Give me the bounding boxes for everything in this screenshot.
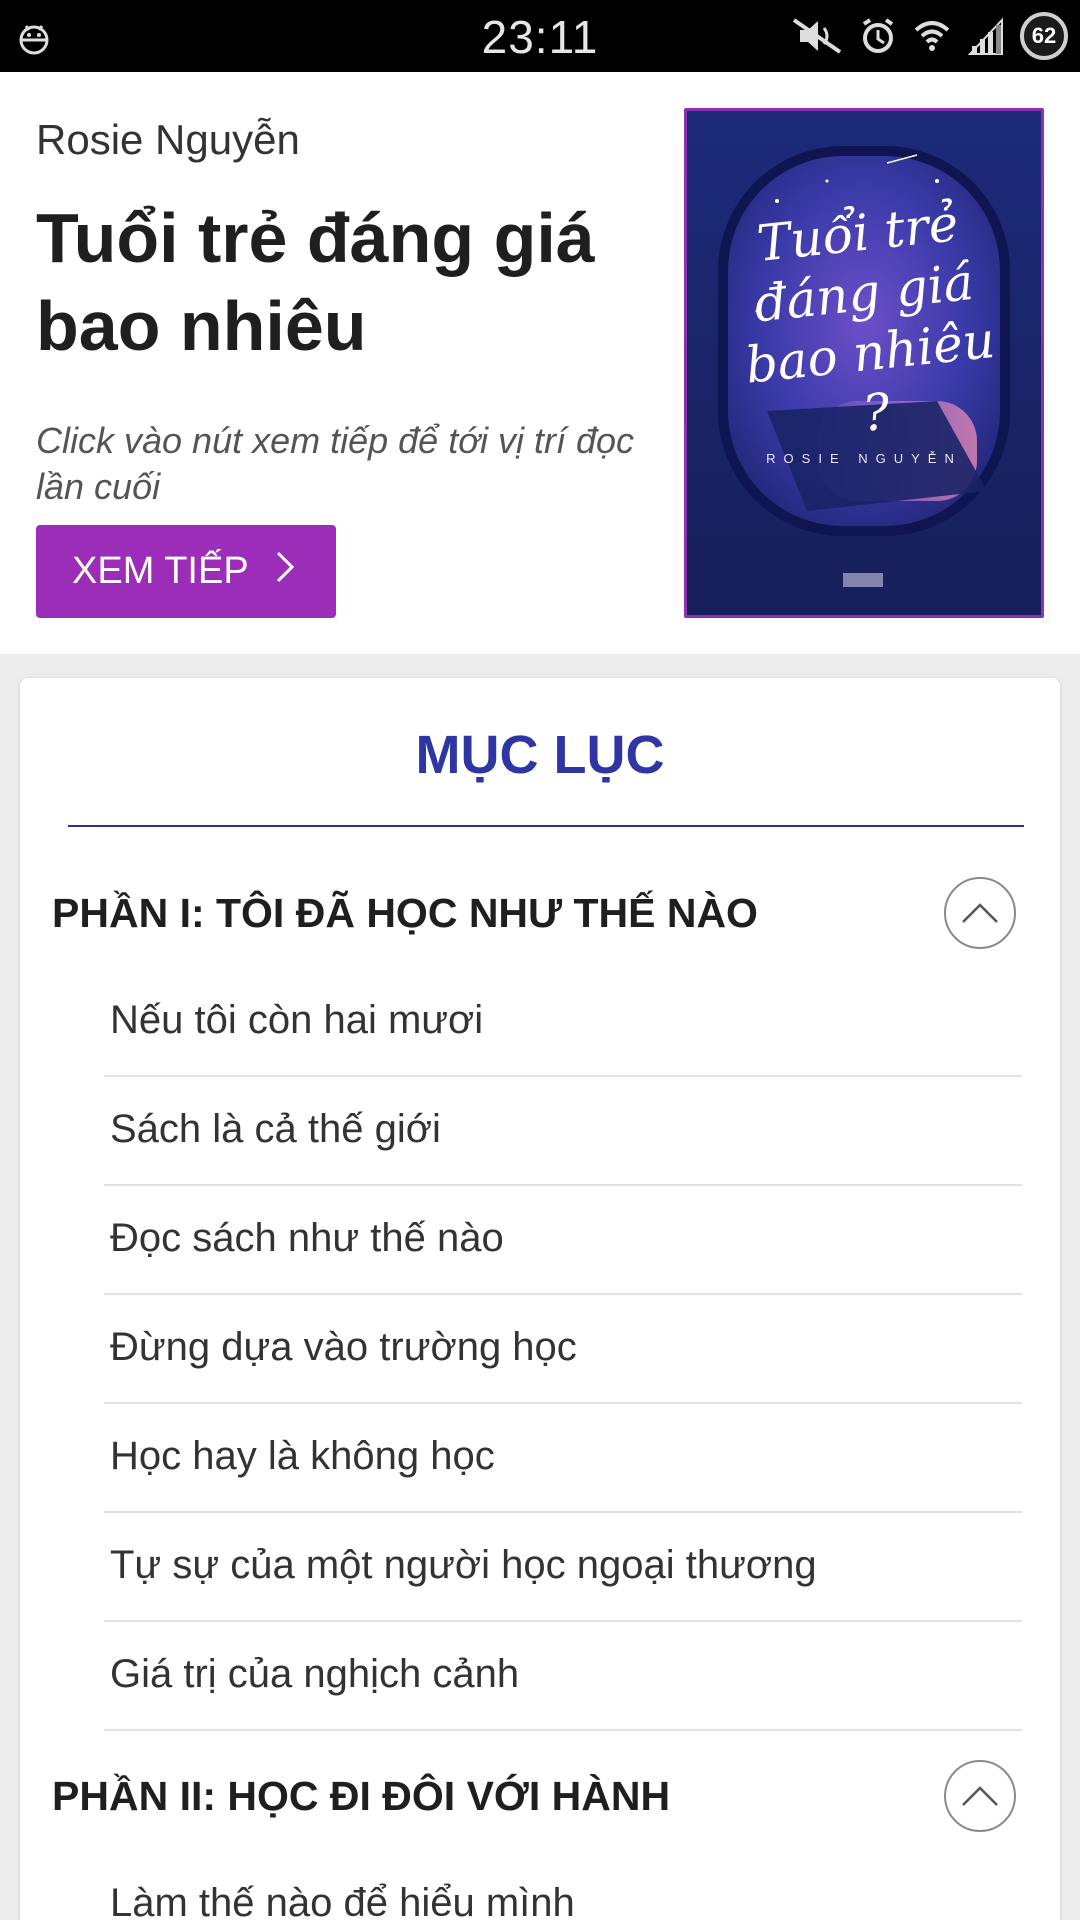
book-title: Tuổi trẻ đáng giá bao nhiêu [36, 199, 595, 365]
mute-icon [792, 18, 842, 54]
status-bar: 23:11 62 [0, 0, 1080, 72]
chapter-title: Đừng dựa vào trường học [110, 1325, 577, 1369]
toc-chapter[interactable]: Làm thế nào để hiểu mình [104, 1851, 1022, 1920]
toc-part[interactable]: PHẦN II: HỌC ĐI ĐÔI VỚI HÀNH [20, 1741, 1060, 1851]
continue-button-label: XEM TIẾP [72, 550, 249, 592]
part-title: PHẦN I: TÔI ĐÃ HỌC NHƯ THẾ NÀO [52, 889, 758, 936]
chapter-title: Đọc sách như thế nào [110, 1216, 504, 1260]
toc-heading: MỤC LỤC [415, 725, 665, 785]
book-cover[interactable]: Tuổi trẻ đáng giá bao nhiêu ? ROSIE NGUY… [684, 108, 1044, 618]
collapse-part-button[interactable] [944, 1760, 1016, 1832]
chapter-title: Tự sự của một người học ngoại thương [110, 1543, 817, 1587]
table-of-contents: MỤC LỤC PHẦN I: TÔI ĐÃ HỌC NHƯ THẾ NÀO N… [20, 678, 1060, 1920]
battery-icon: 62 [1020, 12, 1068, 60]
chapter-title: Làm thế nào để hiểu mình [110, 1881, 575, 1920]
chapter-title: Học hay là không học [110, 1434, 495, 1478]
book-header: Rosie Nguyễn Tuổi trẻ đáng giá bao nhiêu… [0, 72, 1080, 654]
cover-author: ROSIE NGUYỄN [766, 451, 962, 466]
toc-part[interactable]: PHẦN I: TÔI ĐÃ HỌC NHƯ THẾ NÀO [20, 858, 1060, 968]
part-title: PHẦN II: HỌC ĐI ĐÔI VỚI HÀNH [52, 1772, 671, 1819]
chevron-up-icon [962, 1786, 998, 1806]
toc-chapter[interactable]: Đừng dựa vào trường học [104, 1295, 1022, 1404]
alarm-icon [862, 18, 894, 53]
toc-chapter[interactable]: Nếu tôi còn hai mươi [104, 968, 1022, 1077]
toc-divider [68, 825, 1024, 827]
chevron-up-icon [962, 903, 998, 923]
collapse-part-button[interactable] [944, 877, 1016, 949]
cover-title: Tuổi trẻ đáng giá bao nhiêu ? [742, 194, 998, 443]
toc-chapter[interactable]: Học hay là không học [104, 1404, 1022, 1513]
signal-icon [967, 17, 1003, 55]
toc-chapter[interactable]: Sách là cả thế giới [104, 1077, 1022, 1186]
status-icons: 62 [790, 10, 1068, 62]
toc-chapter[interactable]: Đọc sách như thế nào [104, 1186, 1022, 1295]
chevron-right-icon [275, 549, 295, 594]
chapter-title: Sách là cả thế giới [110, 1107, 441, 1151]
continue-reading-button[interactable]: XEM TIẾP [36, 525, 336, 618]
chapter-title: Giá trị của nghịch cảnh [110, 1652, 520, 1696]
wifi-icon [914, 21, 950, 51]
continue-hint: Click vào nút xem tiếp để tới vị trí đọc… [36, 420, 634, 507]
toc-chapter[interactable]: Giá trị của nghịch cảnh [104, 1622, 1022, 1731]
book-author: Rosie Nguyễn [36, 116, 300, 163]
chapter-title: Nếu tôi còn hai mươi [110, 998, 484, 1042]
toc-chapter[interactable]: Tự sự của một người học ngoại thương [104, 1513, 1022, 1622]
